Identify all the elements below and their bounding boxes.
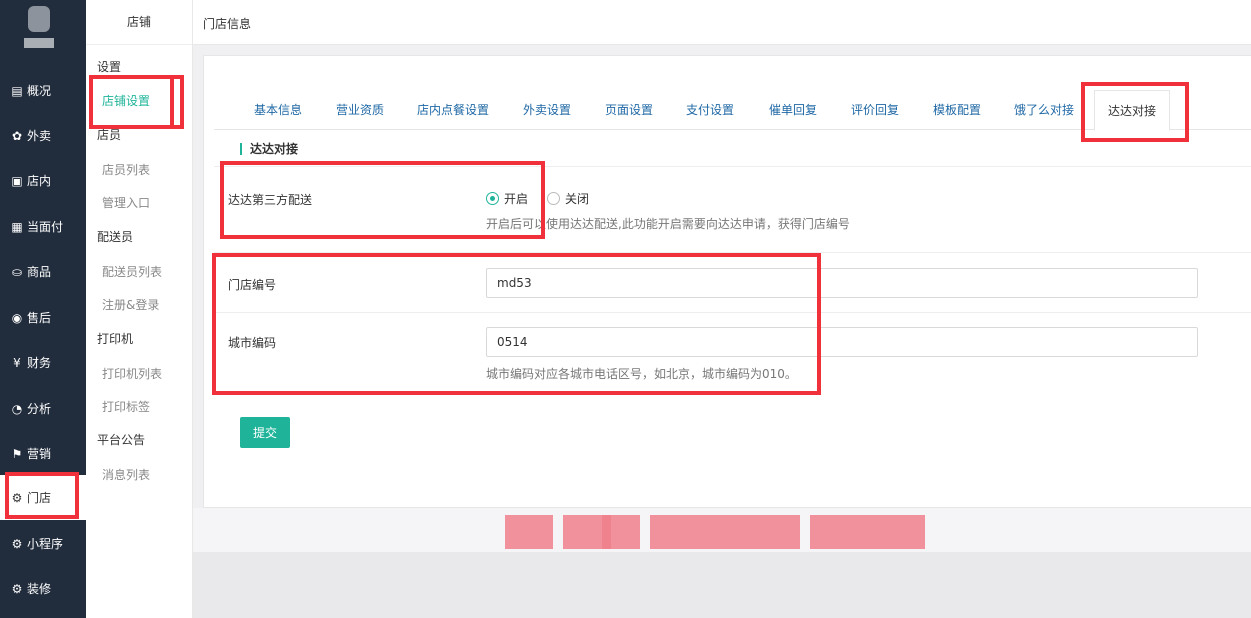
takeout-icon: ✿ [11,128,23,143]
radio-dot [547,192,560,205]
nav-item-analysis[interactable]: ◔ 分析 [0,386,86,431]
flag-icon: ⚑ [11,446,23,461]
subnav-title: 店铺 [86,0,192,45]
nav-item-overview[interactable]: ▤ 概况 [0,68,86,113]
radio-enable[interactable]: 开启 [486,190,528,207]
blurred-footer-text [602,515,640,549]
nav-item-finance[interactable]: ¥ 财务 [0,340,86,385]
nav-item-dine-in[interactable]: ▣ 店内 [0,158,86,203]
tab-eleme[interactable]: 饿了么对接 [1014,90,1074,130]
tab-dine-in-order[interactable]: 店内点餐设置 [417,90,489,130]
page-title: 门店信息 [203,17,252,31]
subnav-item-print-label[interactable]: 打印标签 [102,398,150,415]
settings-card: 基本信息 营业资质 店内点餐设置 外卖设置 页面设置 支付设置 催单回复 评价回… [203,55,1251,508]
radio-disable[interactable]: 关闭 [547,190,589,207]
section-title: 达达对接 [240,143,298,155]
subnav-item-printer-list[interactable]: 打印机列表 [102,365,162,382]
gear-icon: ⚙ [11,581,23,596]
tab-bar: 基本信息 营业资质 店内点餐设置 外卖设置 页面设置 支付设置 催单回复 评价回… [214,90,1251,131]
tab-license[interactable]: 营业资质 [336,90,384,130]
gear-icon: ⚙ [11,536,23,551]
avatar[interactable] [24,6,54,50]
nav-item-store[interactable]: ⚙ 门店 [0,475,86,520]
main-sidebar: ▤ 概况 ✿ 外卖 ▣ 店内 ▦ 当面付 ⛀ 商品 ◉ 售后 ¥ 财务 ◔ 分析 ⚑ 营销 ⚙ 门店… [0,0,86,618]
tab-basic-info[interactable]: 基本信息 [254,90,302,130]
page-header: 门店信息 [193,0,1251,45]
tab-page[interactable]: 页面设置 [605,90,653,130]
subnav-item-courier-list[interactable]: 配送员列表 [102,263,162,280]
service-icon: ◉ [11,310,23,325]
radio-dot [486,192,499,205]
dashboard-icon: ▤ [11,83,23,98]
subnav-item-register-login[interactable]: 注册&登录 [102,296,159,313]
chart-icon: ◔ [11,401,23,416]
goods-icon: ⛀ [11,264,23,279]
blurred-footer-text [505,515,553,549]
page-bottom [193,552,1251,618]
subnav-item-message-list[interactable]: 消息列表 [102,466,150,483]
gear-icon: ⚙ [11,490,23,505]
subnav-item-store-settings[interactable]: 店铺设置 [102,92,150,109]
tab-review-reply[interactable]: 评价回复 [851,90,899,130]
nav-item-marketing[interactable]: ⚑ 营销 [0,431,86,476]
tab-urge-reply[interactable]: 催单回复 [769,90,817,130]
subnav-item-admin-entry[interactable]: 管理入口 [102,194,150,211]
subnav-group-notice: 平台公告 [97,433,146,447]
tab-dada[interactable]: 达达对接 [1094,90,1171,131]
nav-item-face-pay[interactable]: ▦ 当面付 [0,204,86,249]
submit-button[interactable]: 提交 [240,417,290,448]
nav-item-mini-program[interactable]: ⚙ 小程序 [0,521,86,566]
pay-icon: ▦ [11,219,23,234]
subnav-group-courier: 配送员 [97,230,134,244]
tab-template[interactable]: 模板配置 [933,90,981,130]
nav-item-goods[interactable]: ⛀ 商品 [0,249,86,294]
dada-delivery-label: 达达第三方配送 [228,193,313,207]
subnav-group-printer: 打印机 [97,332,134,346]
subnav-item-staff-list[interactable]: 店员列表 [102,161,150,178]
divider [214,312,1251,313]
city-code-input[interactable] [486,327,1198,357]
yuan-icon: ¥ [13,355,21,370]
city-code-help-text: 城市编码对应各城市电话区号，如北京，城市编码为010。 [486,367,797,381]
blurred-footer-text [810,515,925,549]
city-code-label: 城市编码 [228,336,277,350]
dada-help-text: 开启后可以使用达达配送,此功能开启需要向达达申请，获得门店编号 [486,217,850,231]
blurred-footer-text [650,515,800,549]
store-icon: ▣ [11,173,23,188]
divider [214,252,1251,253]
divider [214,166,1251,167]
store-number-input[interactable] [486,268,1198,298]
nav-item-takeout[interactable]: ✿ 外卖 [0,113,86,158]
nav-item-decorate[interactable]: ⚙ 装修 [0,566,86,611]
tab-takeout[interactable]: 外卖设置 [523,90,571,130]
subnav-group-staff: 店员 [97,128,122,142]
tab-payment[interactable]: 支付设置 [686,90,734,130]
store-number-label: 门店编号 [228,278,277,292]
secondary-sidebar: 店铺 设置 店铺设置 店员 店员列表 管理入口 配送员 配送员列表 注册&登录 … [86,0,193,618]
subnav-group-settings: 设置 [97,60,122,74]
nav-item-after-sale[interactable]: ◉ 售后 [0,295,86,340]
